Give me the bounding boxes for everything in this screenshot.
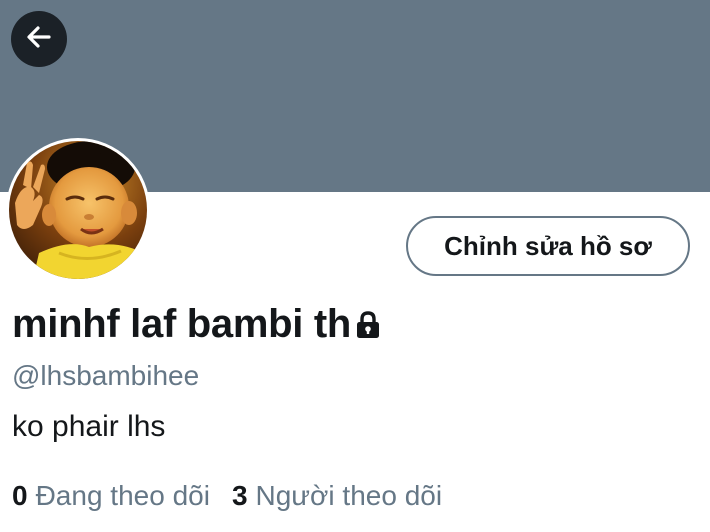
following-label: Đang theo dõi (35, 480, 210, 511)
edit-profile-label: Chỉnh sửa hồ sơ (444, 230, 652, 261)
display-name-row: minhf laf bambi th (12, 302, 381, 347)
display-name: minhf laf bambi th (12, 302, 352, 346)
arrow-left-icon (24, 22, 54, 57)
following-count: 0 (12, 480, 28, 511)
following-stat[interactable]: 0 Đang theo dõi (12, 480, 210, 512)
username-handle: @lhsbambihee (12, 360, 200, 391)
avatar-border (6, 138, 150, 282)
followers-stat[interactable]: 3 Người theo dõi (232, 480, 442, 512)
lock-icon (355, 311, 381, 344)
followers-count: 3 (231, 480, 248, 511)
edit-profile-button[interactable]: Chỉnh sửa hồ sơ (406, 216, 690, 276)
avatar[interactable] (9, 141, 147, 279)
follow-stats: 0 Đang theo dõi 3 Người theo dõi (12, 480, 442, 512)
profile-bio: ko phair lhs (12, 410, 166, 443)
followers-label: Người theo dõi (255, 480, 443, 511)
back-button[interactable] (11, 11, 67, 67)
